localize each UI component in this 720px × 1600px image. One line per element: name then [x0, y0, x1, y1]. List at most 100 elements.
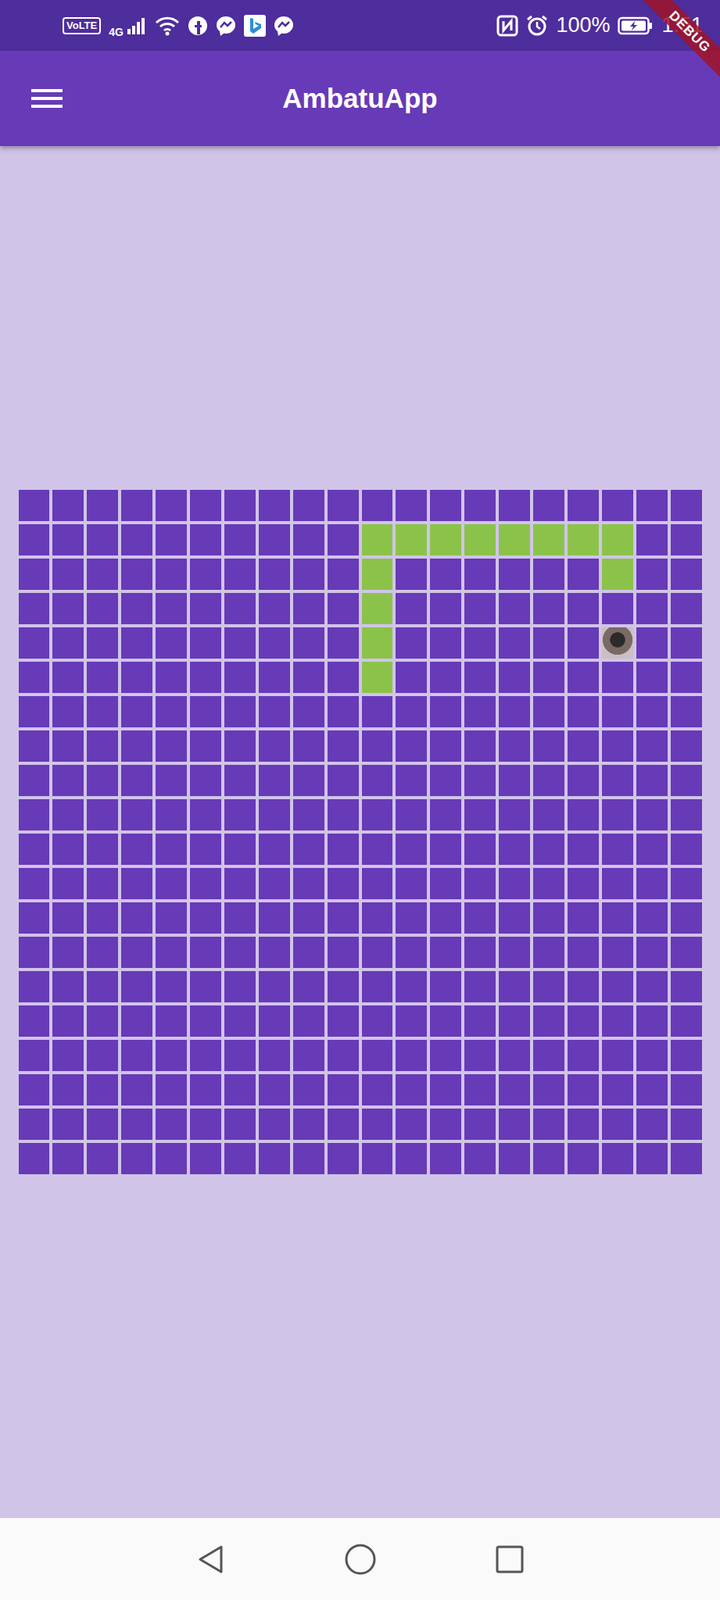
board-cell: [670, 834, 703, 866]
board-cell: [395, 799, 427, 832]
board-cell: [670, 662, 703, 694]
board-cell: [189, 730, 222, 763]
snake-segment: [361, 593, 394, 625]
board-cell: [121, 834, 153, 866]
board-cell: [155, 799, 187, 832]
board-cell: [224, 730, 256, 763]
board-cell: [293, 902, 325, 935]
board-cell: [258, 524, 291, 556]
snake-segment: [395, 524, 427, 556]
board-cell: [533, 1143, 565, 1175]
game-area: [0, 146, 720, 1519]
board-cell: [327, 765, 359, 797]
board-cell: [601, 799, 634, 832]
board-cell: [567, 834, 599, 866]
board-cell: [429, 1074, 462, 1107]
board-cell: [52, 730, 84, 763]
board-cell: [533, 627, 565, 660]
board-cell: [601, 868, 634, 900]
board-cell: [636, 799, 668, 832]
game-board[interactable]: [18, 490, 703, 1175]
board-cell: [327, 593, 359, 625]
board-cell: [636, 834, 668, 866]
board-cell: [670, 558, 703, 591]
board-cell: [155, 696, 187, 728]
snake-segment: [361, 662, 394, 694]
board-cell: [52, 558, 84, 591]
board-cell: [189, 490, 222, 522]
board-cell: [293, 1143, 325, 1175]
board-cell: [224, 834, 256, 866]
board-cell: [498, 868, 531, 900]
board-cell: [86, 799, 119, 832]
board-cell: [670, 799, 703, 832]
board-cell: [567, 730, 599, 763]
board-cell: [464, 1143, 496, 1175]
board-cell: [224, 1074, 256, 1107]
board-cell: [327, 902, 359, 935]
board-cell: [429, 1006, 462, 1038]
board-cell: [327, 696, 359, 728]
menu-icon[interactable]: [31, 86, 63, 111]
board-cell: [121, 971, 153, 1003]
board-cell: [429, 593, 462, 625]
signal-icon-graphic: [126, 16, 147, 36]
board-cell: [395, 558, 427, 591]
board-cell: [498, 902, 531, 935]
recents-icon[interactable]: [494, 1544, 526, 1577]
board-cell: [601, 765, 634, 797]
board-cell: [670, 627, 703, 660]
board-cell: [121, 937, 153, 969]
board-cell: [189, 627, 222, 660]
board-cell: [601, 1109, 634, 1141]
board-cell: [224, 1040, 256, 1072]
home-icon[interactable]: [343, 1543, 377, 1577]
board-cell: [498, 834, 531, 866]
board-cell: [86, 1040, 119, 1072]
board-cell: [429, 1109, 462, 1141]
board-cell: [670, 524, 703, 556]
board-cell: [121, 593, 153, 625]
board-cell: [224, 937, 256, 969]
board-cell: [86, 765, 119, 797]
board-cell: [189, 1143, 222, 1175]
board-cell: [189, 1040, 222, 1072]
board-cell: [18, 490, 51, 522]
board-cell: [395, 937, 427, 969]
snake-segment: [429, 524, 462, 556]
board-cell: [361, 834, 394, 866]
board-cell: [395, 868, 427, 900]
board-cell: [189, 937, 222, 969]
board-cell: [293, 1040, 325, 1072]
board-cell: [361, 1040, 394, 1072]
board-cell: [533, 662, 565, 694]
board-cell: [293, 868, 325, 900]
board-cell: [189, 1074, 222, 1107]
board-cell: [121, 1143, 153, 1175]
board-cell: [601, 730, 634, 763]
board-cell: [464, 593, 496, 625]
board-cell: [258, 490, 291, 522]
board-cell: [361, 902, 394, 935]
board-cell: [429, 1040, 462, 1072]
board-cell: [258, 1040, 291, 1072]
board-cell: [464, 937, 496, 969]
snake-segment: [601, 558, 634, 591]
board-cell: [395, 730, 427, 763]
messenger-icon-graphic: [215, 15, 237, 36]
board-cell: [327, 490, 359, 522]
board-cell: [327, 558, 359, 591]
status-left: VoLTE4G: [62, 13, 294, 39]
board-cell: [121, 524, 153, 556]
board-cell: [189, 902, 222, 935]
board-cell: [464, 1006, 496, 1038]
board-cell: [636, 902, 668, 935]
board-cell: [327, 730, 359, 763]
board-cell: [121, 1074, 153, 1107]
board-cell: [464, 1074, 496, 1107]
snake-segment: [361, 558, 394, 591]
board-cell: [636, 765, 668, 797]
board-cell: [533, 834, 565, 866]
back-icon[interactable]: [195, 1544, 227, 1577]
board-cell: [636, 1109, 668, 1141]
